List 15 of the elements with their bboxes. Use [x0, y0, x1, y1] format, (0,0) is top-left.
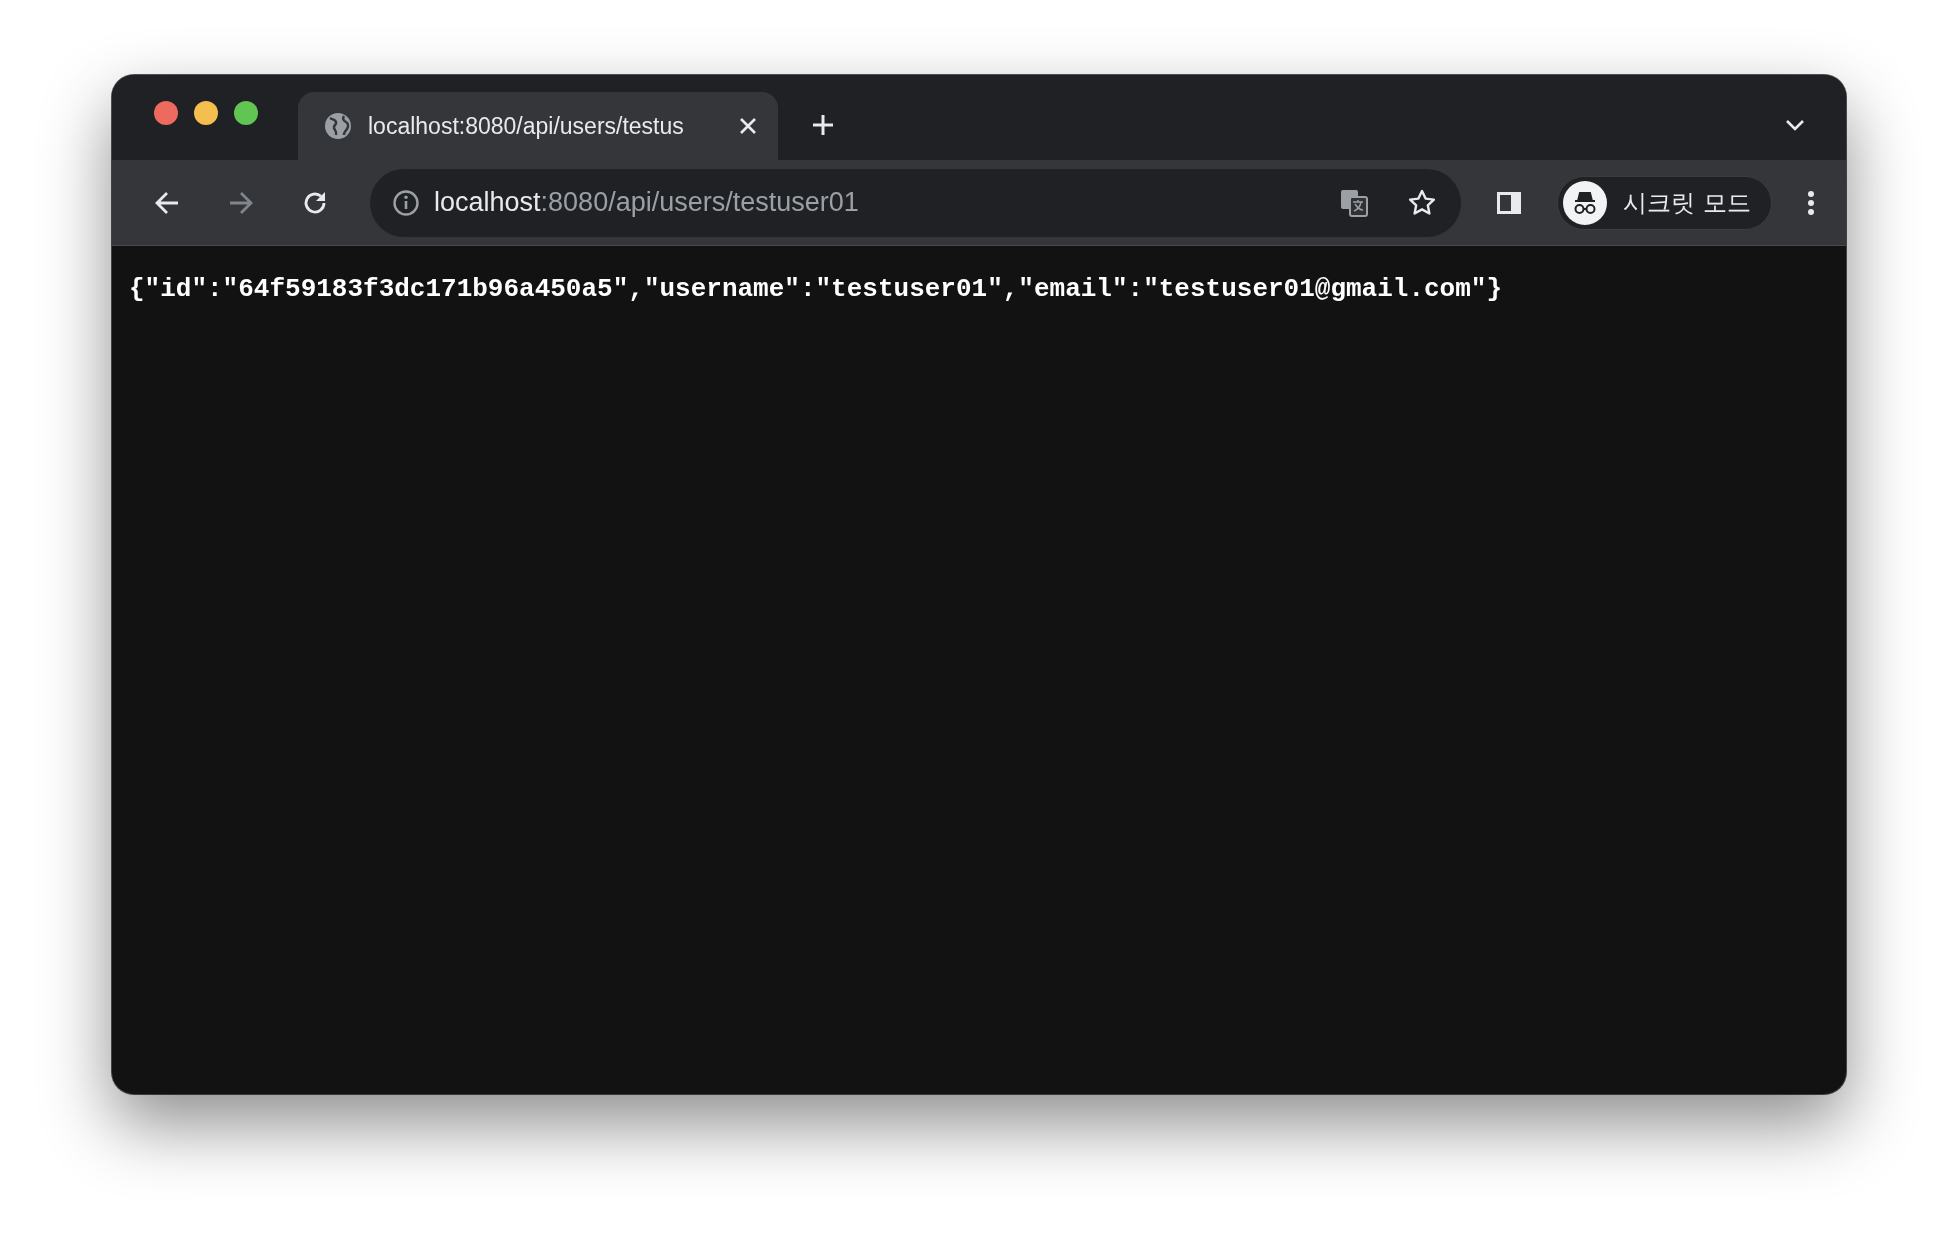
- url-text: localhost:8080/api/users/testuser01: [434, 187, 859, 218]
- translate-icon[interactable]: [1339, 187, 1370, 218]
- globe-icon: [324, 112, 352, 140]
- window-close-button[interactable]: [154, 100, 178, 125]
- address-bar[interactable]: localhost:8080/api/users/testuser01: [370, 168, 1462, 237]
- close-icon[interactable]: [738, 116, 758, 136]
- info-icon[interactable]: [392, 188, 420, 217]
- incognito-profile-button[interactable]: 시크릿 모드: [1557, 175, 1772, 230]
- json-response-text: {"id":"64f59183f3dc171b96a450a5","username":"testuser01","email":"testuser01@gmail.com"}: [129, 274, 1504, 304]
- star-icon[interactable]: [1407, 187, 1438, 218]
- window-minimize-button[interactable]: [194, 100, 218, 125]
- window-zoom-button[interactable]: [234, 100, 258, 125]
- browser-tab[interactable]: localhost:8080/api/users/testus: [298, 92, 778, 160]
- tab-title: localhost:8080/api/users/testus: [368, 112, 685, 140]
- incognito-icon: [1563, 180, 1608, 225]
